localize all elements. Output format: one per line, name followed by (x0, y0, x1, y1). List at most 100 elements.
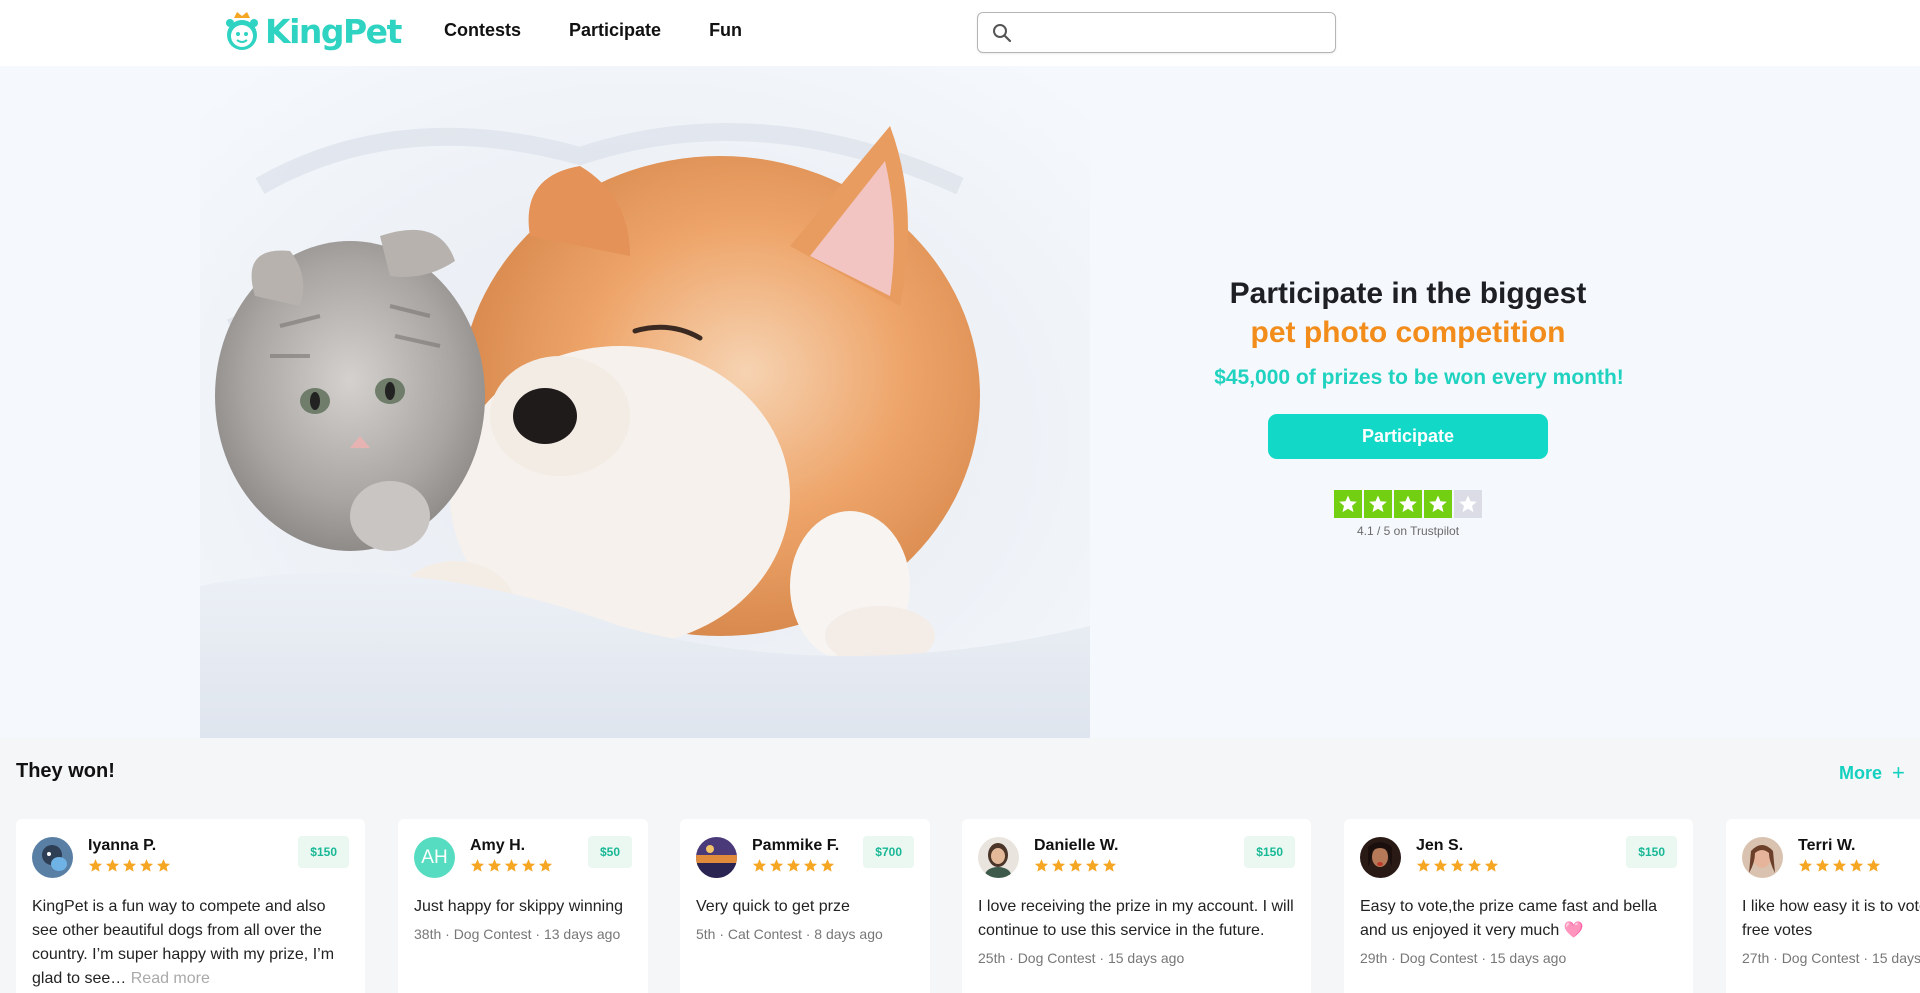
star-icon (786, 859, 801, 872)
read-more-link[interactable]: Read more (131, 970, 210, 987)
review-meta: 38th · Dog Contest · 13 days ago (414, 926, 621, 942)
site-header: KingPet Contests Participate Fun (0, 0, 1920, 66)
plus-icon: + (1892, 760, 1905, 785)
five-star-rating (470, 858, 588, 873)
winner-card[interactable]: AH Amy H. $50 Just happy for skippy winn… (398, 819, 648, 993)
star-icon (487, 859, 502, 872)
trustpilot-star-icon (1364, 490, 1392, 518)
trustpilot-star-icon (1424, 490, 1452, 518)
trustpilot-rating[interactable]: 4.1 / 5 on Trustpilot (1160, 490, 1656, 538)
search-input[interactable] (1020, 14, 1335, 51)
avatar: AH (414, 837, 455, 878)
prize-badge: $50 (587, 836, 632, 868)
star-icon (1416, 859, 1431, 872)
kingpet-logo[interactable]: KingPet (223, 6, 402, 56)
search-box[interactable] (977, 12, 1336, 53)
star-icon (156, 859, 171, 872)
star-icon (1849, 859, 1864, 872)
five-star-rating (1034, 858, 1244, 873)
star-icon (752, 859, 767, 872)
star-icon (122, 859, 137, 872)
five-star-rating (752, 858, 863, 873)
participate-button[interactable]: Participate (1268, 414, 1548, 459)
winner-card[interactable]: Iyanna P. $150 KingPet is a fun way to c… (16, 819, 365, 993)
star-icon (1102, 859, 1117, 872)
trustpilot-text: 4.1 / 5 on Trustpilot (1356, 524, 1460, 538)
star-icon (1815, 859, 1830, 872)
review-text: Easy to vote,the prize came fast and bel… (1360, 898, 1658, 939)
review-text: I love receiving the prize in my account… (978, 898, 1294, 939)
winners-title: They won! (16, 760, 115, 782)
review-meta: 27th · Dog Contest · 15 days ago (1742, 950, 1920, 966)
trustpilot-star-icon (1334, 490, 1362, 518)
review-text: I like how easy it is to vote with free … (1742, 898, 1920, 939)
hero-image-kitten-and-puppy (200, 66, 1090, 738)
brand-name: KingPet (265, 11, 402, 51)
winner-name: Danielle W. (1034, 837, 1119, 854)
winner-card[interactable]: Danielle W. $150 I love receiving the pr… (962, 819, 1311, 993)
avatar (978, 837, 1019, 878)
avatar (696, 837, 737, 878)
avatar (1360, 837, 1401, 878)
review-meta: 25th · Dog Contest · 15 days ago (978, 950, 1185, 966)
star-icon (1484, 859, 1499, 872)
star-icon (1433, 859, 1448, 872)
hero-prize-subtitle: $45,000 of prizes to be won every month! (1214, 366, 1624, 389)
star-icon (803, 859, 818, 872)
hero-title: Participate in the biggest (1229, 277, 1587, 310)
star-icon (1034, 859, 1049, 872)
review-text: Just happy for skippy winning (414, 898, 623, 915)
prize-badge: $150 (1626, 836, 1677, 868)
hero-section: Participate in the biggest pet photo com… (0, 66, 1920, 738)
star-icon (1450, 859, 1465, 872)
winner-name: Iyanna P. (88, 837, 157, 854)
more-label: More (1839, 762, 1883, 783)
kingpet-logo-icon (226, 12, 258, 50)
trustpilot-star-icon (1394, 490, 1422, 518)
winner-card[interactable]: Jen S. $150 Easy to vote,the prize came … (1344, 819, 1693, 993)
winner-name: Pammike F. (752, 837, 840, 854)
star-icon (88, 859, 103, 872)
star-icon (1068, 859, 1083, 872)
trustpilot-star-icon (1454, 490, 1482, 518)
review-meta: 5th · Cat Contest · 8 days ago (696, 926, 883, 942)
star-icon (1832, 859, 1847, 872)
winner-name: Jen S. (1416, 837, 1464, 854)
winner-name: Amy H. (470, 837, 526, 854)
star-icon (1051, 859, 1066, 872)
hero-title-accent: pet photo competition (1250, 316, 1566, 349)
winner-card[interactable]: Pammike F. $700 Very quick to get prze 5… (680, 819, 930, 993)
star-icon (139, 859, 154, 872)
star-icon (538, 859, 553, 872)
star-icon (820, 859, 835, 872)
trustpilot-stars (1334, 490, 1482, 518)
search-icon (993, 23, 1012, 42)
nav-fun[interactable]: Fun (709, 20, 742, 41)
five-star-rating (1798, 858, 1904, 873)
review-text: Very quick to get prze (696, 898, 850, 915)
winner-name: Terri W. (1798, 837, 1856, 854)
review-meta: 29th · Dog Contest · 15 days ago (1360, 950, 1567, 966)
star-icon (521, 859, 536, 872)
five-star-rating (88, 858, 298, 873)
star-icon (105, 859, 120, 872)
review-text: KingPet is a fun way to compete and also… (32, 895, 349, 991)
prize-badge: $150 (298, 836, 349, 868)
avatar (32, 837, 73, 878)
winner-card[interactable]: Terri W. I like how easy it is to vote w… (1726, 819, 1920, 993)
prize-badge: $150 (1244, 836, 1295, 868)
main-nav: Contests Participate Fun (444, 20, 742, 41)
nav-contests[interactable]: Contests (444, 20, 521, 41)
star-icon (470, 859, 485, 872)
star-icon (1866, 859, 1881, 872)
star-icon (769, 859, 784, 872)
five-star-rating (1416, 858, 1626, 873)
winners-section: They won! More + Iyanna P. $150 KingPet … (0, 738, 1920, 993)
prize-badge: $700 (863, 836, 914, 868)
hero-copy: Participate in the biggest pet photo com… (1160, 274, 1656, 538)
star-icon (1085, 859, 1100, 872)
nav-participate[interactable]: Participate (569, 20, 661, 41)
star-icon (1467, 859, 1482, 872)
star-icon (1798, 859, 1813, 872)
more-link[interactable]: More + (1839, 760, 1905, 786)
